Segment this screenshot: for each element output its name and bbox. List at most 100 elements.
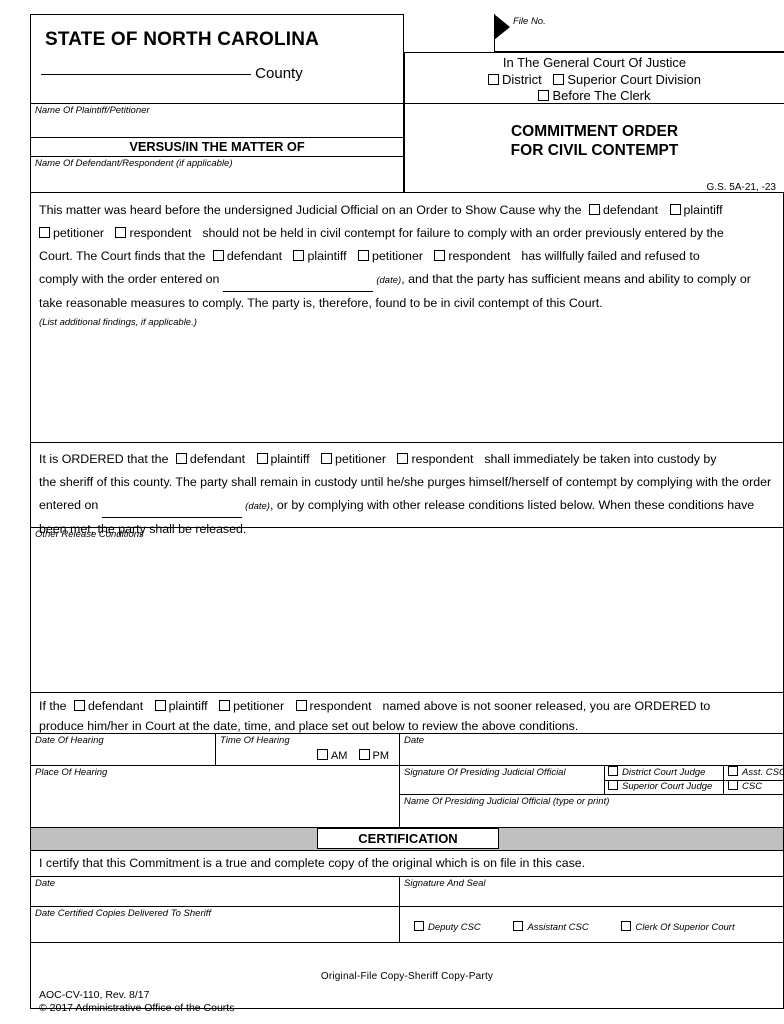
form-title-block: COMMITMENT ORDER FOR CIVIL CONTEMPT G.S.… (404, 104, 784, 193)
checkbox-icon[interactable] (414, 921, 424, 931)
label-plaintiff: plaintiff (683, 203, 723, 217)
checkbox-findings-petitioner[interactable]: petitioner (39, 226, 104, 240)
order-date-field[interactable]: Date (400, 734, 784, 766)
label-respondent: respondent (448, 249, 511, 263)
checkbox-ordered-defendant[interactable]: defendant (175, 452, 246, 466)
label-plaintiff: plaintiff (270, 452, 310, 466)
checkbox-court-finds-respondent[interactable]: respondent (434, 249, 510, 263)
checkbox-am[interactable]: AM (316, 749, 347, 762)
checkbox-before-clerk[interactable]: Before The Clerk (538, 88, 651, 103)
triangle-pointer-icon (494, 14, 510, 40)
county-input-line[interactable] (41, 74, 251, 75)
checkbox-district-label: District (501, 72, 542, 87)
findings-line-3: Court. The Court finds that the defendan… (39, 245, 775, 268)
checkbox-icon[interactable] (39, 227, 50, 238)
checkbox-ordered-plaintiff[interactable]: plaintiff (256, 452, 310, 466)
place-of-hearing-label: Place Of Hearing (35, 767, 108, 778)
checkbox-ifthe-petitioner[interactable]: petitioner (219, 699, 284, 713)
checkbox-icon[interactable] (357, 250, 369, 261)
file-number-field[interactable]: File No. (494, 14, 784, 52)
checkbox-icon[interactable] (321, 453, 332, 464)
findings-text-b: should not be held in civil contempt for… (202, 226, 724, 240)
checkbox-findings-plaintiff[interactable]: plaintiff (669, 203, 723, 217)
checkbox-icon[interactable] (588, 204, 600, 215)
label-defendant: defendant (88, 699, 144, 713)
time-of-hearing-field[interactable]: Time Of Hearing AM PM (216, 734, 400, 766)
checkbox-findings-defendant[interactable]: defendant (588, 203, 659, 217)
assistant-csc-label: Assistant CSC (527, 922, 589, 933)
checkbox-icon[interactable] (316, 749, 328, 760)
checkbox-icon[interactable] (295, 700, 307, 711)
signature-and-seal-field[interactable]: Signature And Seal (400, 877, 784, 907)
checkbox-deputy-csc[interactable]: Deputy CSC (414, 921, 481, 933)
checkbox-ifthe-respondent[interactable]: respondent (295, 699, 372, 713)
checkbox-icon[interactable] (74, 700, 86, 711)
defendant-name-field[interactable]: Name Of Defendant/Respondent (if applica… (30, 157, 404, 193)
ordered-section: It is ORDERED that the defendant plainti… (30, 443, 784, 536)
clerk-superior-court-label: Clerk Of Superior Court (635, 922, 735, 933)
checkbox-ordered-respondent[interactable]: respondent (397, 452, 473, 466)
checkbox-icon[interactable] (487, 74, 499, 85)
checkbox-icon[interactable] (397, 453, 409, 464)
checkbox-icon[interactable] (154, 700, 166, 711)
date-of-hearing-label: Date Of Hearing (35, 735, 104, 746)
checkbox-court-finds-defendant[interactable]: defendant (212, 249, 282, 263)
checkbox-icon[interactable] (608, 780, 618, 790)
checkbox-icon[interactable] (608, 766, 618, 776)
delivered-to-sheriff-field[interactable]: Date Certified Copies Delivered To Sheri… (30, 907, 400, 943)
checkbox-asst-csc[interactable]: Asst. CSC (725, 766, 784, 780)
checkbox-court-finds-petitioner[interactable]: petitioner (357, 249, 423, 263)
checkbox-icon[interactable] (293, 250, 305, 261)
checkbox-icon[interactable] (513, 921, 524, 931)
checkbox-findings-respondent[interactable]: respondent (115, 226, 191, 240)
checkbox-csc[interactable]: CSC (725, 780, 784, 794)
divider (723, 766, 724, 795)
certification-title: CERTIFICATION (317, 828, 499, 849)
checkbox-icon[interactable] (175, 453, 187, 464)
checkbox-icon[interactable] (358, 749, 370, 760)
plaintiff-name-field[interactable]: Name Of Plaintiff/Petitioner (30, 104, 404, 138)
checkbox-ifthe-defendant[interactable]: defendant (74, 699, 143, 713)
findings-line-4: comply with the order entered on (date),… (39, 268, 775, 292)
name-of-official-field[interactable]: Name Of Presiding Judicial Official (typ… (400, 795, 784, 828)
footer-block: Original-File Copy-Sheriff Copy-Party AO… (30, 943, 784, 1014)
checkbox-icon[interactable] (621, 921, 632, 931)
checkbox-icon[interactable] (115, 227, 127, 238)
versus-banner: VERSUS/IN THE MATTER OF (30, 138, 404, 157)
form-number-block: AOC-CV-110, Rev. 8/17 © 2017 Administrat… (31, 982, 783, 1015)
checkbox-superior[interactable]: Superior Court Division (553, 72, 701, 87)
date-of-hearing-field[interactable]: Date Of Hearing (30, 734, 216, 766)
other-release-conditions-field[interactable]: Other Release Conditions (30, 528, 784, 693)
certification-date-field[interactable]: Date (30, 877, 400, 907)
checkbox-district[interactable]: District (487, 72, 542, 87)
checkbox-icon[interactable] (669, 204, 681, 215)
order-date-label: Date (404, 735, 425, 746)
place-of-hearing-field[interactable]: Place Of Hearing (30, 766, 400, 828)
checkbox-ordered-petitioner[interactable]: petitioner (321, 452, 386, 466)
ordered-text-a: It is ORDERED that the (39, 452, 169, 466)
if-the-text-a: If the (39, 699, 67, 713)
checkbox-icon[interactable] (553, 74, 565, 85)
ordered-text-b: shall immediately be taken into custody … (484, 452, 717, 466)
checkbox-icon[interactable] (256, 453, 268, 464)
ordered-text-e: , or by complying with other release con… (269, 498, 755, 512)
checkbox-icon[interactable] (728, 766, 738, 776)
checkbox-icon[interactable] (434, 250, 446, 261)
label-defendant: defendant (189, 452, 246, 466)
checkbox-clerk-superior-court[interactable]: Clerk Of Superior Court (621, 921, 735, 933)
checkbox-icon[interactable] (212, 250, 224, 261)
form-number: AOC-CV-110, Rev. 8/17 (39, 989, 150, 1001)
checkbox-ifthe-plaintiff[interactable]: plaintiff (154, 699, 208, 713)
label-defendant: defendant (602, 203, 659, 217)
checkbox-icon[interactable] (538, 90, 550, 101)
label-petitioner: petitioner (371, 249, 423, 263)
checkbox-court-finds-plaintiff[interactable]: plaintiff (293, 249, 347, 263)
if-the-text-b: named above is not sooner released, you … (382, 699, 711, 713)
checkbox-icon[interactable] (728, 780, 738, 790)
checkbox-assistant-csc[interactable]: Assistant CSC (513, 921, 589, 933)
ordered-line-1: It is ORDERED that the defendant plainti… (39, 448, 775, 471)
certification-date-label: Date (35, 878, 56, 889)
date-note: (date) (245, 501, 270, 512)
checkbox-icon[interactable] (219, 700, 231, 711)
checkbox-pm[interactable]: PM (358, 749, 389, 762)
